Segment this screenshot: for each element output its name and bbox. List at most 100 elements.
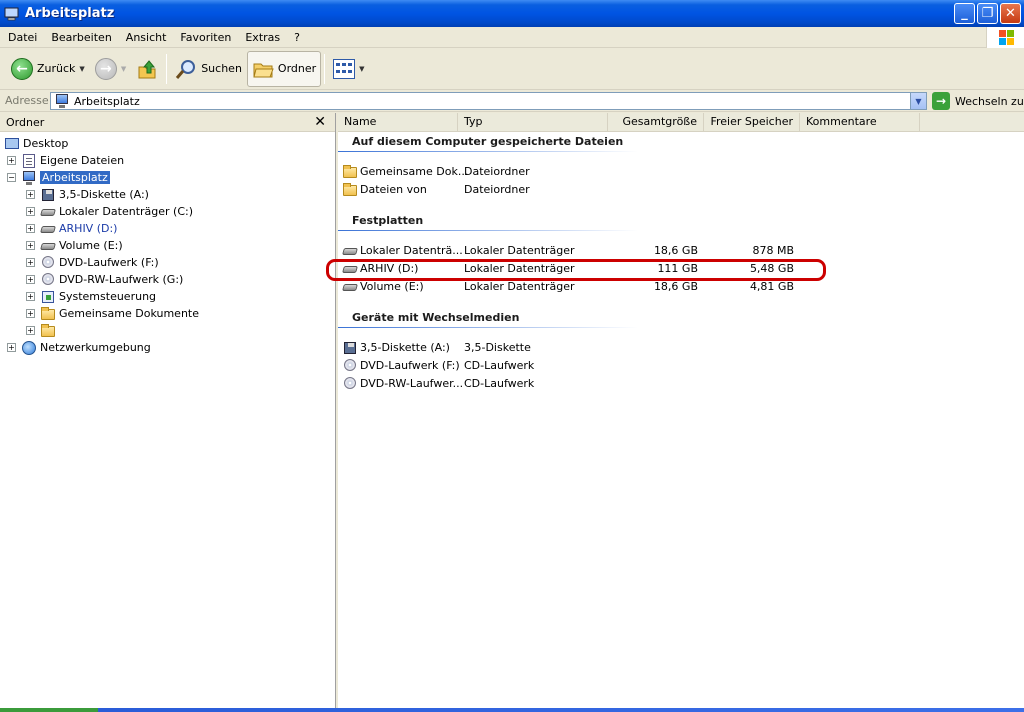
folder-icon: [252, 58, 274, 80]
item-total-size: 18,6 GB: [653, 244, 698, 257]
folder-icon: [40, 306, 56, 322]
close-icon[interactable]: ✕: [314, 114, 326, 130]
item-name: DVD-Laufwerk (F:): [360, 359, 460, 372]
item-free-space: 4,81 GB: [749, 280, 794, 293]
expand-icon[interactable]: +: [26, 326, 35, 335]
item-type: Lokaler Datenträger: [464, 262, 575, 275]
address-bar: Adresse Arbeitsplatz ▼ → Wechseln zu: [0, 90, 1024, 112]
menu-tools[interactable]: Extras: [238, 27, 287, 48]
column-free-space[interactable]: Freier Speicher: [704, 113, 800, 132]
tree-item-drive-c[interactable]: + Lokaler Datenträger (C:): [26, 203, 193, 220]
restore-icon: ❐: [981, 6, 994, 21]
floppy-icon: [40, 187, 56, 203]
views-icon: [333, 58, 356, 79]
documents-icon: [21, 153, 37, 169]
cd-icon: [342, 376, 358, 392]
tree-item-my-computer[interactable]: − Arbeitsplatz: [7, 169, 110, 186]
tree-item-label: Lokaler Datenträger (C:): [59, 205, 194, 218]
expand-icon[interactable]: +: [26, 309, 35, 318]
go-button[interactable]: → Wechseln zu: [932, 92, 1024, 110]
up-button[interactable]: [131, 51, 163, 87]
item-total-size: 18,6 GB: [653, 280, 698, 293]
item-name: Dateien von: [360, 183, 427, 196]
item-total-size: 111 GB: [657, 262, 698, 275]
chevron-down-icon[interactable]: ▼: [79, 65, 84, 73]
taskbar-strip: [0, 708, 1024, 712]
expand-icon[interactable]: +: [26, 292, 35, 301]
close-button[interactable]: ✕: [1000, 3, 1021, 24]
tree-item-desktop[interactable]: Desktop: [4, 135, 68, 152]
toolbar-separator: [166, 53, 168, 84]
expand-icon[interactable]: +: [26, 241, 35, 250]
search-button[interactable]: Suchen: [170, 51, 247, 87]
tree-item-control-panel[interactable]: + Systemsteuerung: [26, 288, 156, 305]
minimize-button[interactable]: _: [954, 3, 975, 24]
network-icon: [21, 340, 37, 356]
expand-icon[interactable]: +: [26, 275, 35, 284]
list-item[interactable]: DVD-RW-Laufwer... CD-Laufwerk: [342, 375, 802, 392]
computer-icon: [54, 93, 70, 109]
tree-item-label: DVD-Laufwerk (F:): [59, 256, 159, 269]
expand-icon[interactable]: +: [26, 224, 35, 233]
maximize-button[interactable]: ❐: [977, 3, 998, 24]
expand-icon[interactable]: +: [7, 343, 16, 352]
toolbar-separator: [324, 53, 326, 84]
folders-pane-header: Ordner ✕: [0, 113, 335, 132]
minimize-icon: _: [961, 6, 968, 21]
drive-icon: [342, 243, 358, 259]
list-item[interactable]: ARHIV (D:) Lokaler Datenträger 111 GB 5,…: [342, 260, 802, 277]
expand-icon[interactable]: +: [26, 207, 35, 216]
chevron-down-icon[interactable]: ▼: [121, 65, 126, 73]
go-arrow-icon: →: [932, 92, 950, 110]
computer-icon: [4, 6, 20, 22]
column-name[interactable]: Name: [338, 113, 458, 132]
column-total-size[interactable]: Gesamtgröße: [608, 113, 704, 132]
drive-icon: [40, 238, 56, 254]
menu-bar: Datei Bearbeiten Ansicht Favoriten Extra…: [0, 27, 1024, 48]
folder-icon: [342, 164, 358, 180]
menu-favorites[interactable]: Favoriten: [173, 27, 238, 48]
tree-item-floppy[interactable]: + 3,5-Diskette (A:): [26, 186, 149, 203]
forward-button[interactable]: → ▼: [90, 51, 131, 87]
tree-item-drive-d[interactable]: + ARHIV (D:): [26, 220, 117, 237]
item-name: DVD-RW-Laufwer...: [360, 377, 464, 390]
list-item[interactable]: Dateien von Dateiordner: [342, 181, 802, 198]
list-item[interactable]: 3,5-Diskette (A:) 3,5-Diskette: [342, 339, 802, 356]
column-headers: Name Typ Gesamtgröße Freier Speicher Kom…: [338, 113, 1024, 132]
tree-item-my-documents[interactable]: + Eigene Dateien: [7, 152, 124, 169]
back-button[interactable]: ← Zurück ▼: [6, 51, 90, 87]
tree-item-shared-documents[interactable]: + Gemeinsame Dokumente: [26, 305, 199, 322]
address-input[interactable]: Arbeitsplatz ▼: [50, 92, 927, 110]
expand-icon[interactable]: +: [7, 156, 16, 165]
tree-item-dvd-rw-g[interactable]: + DVD-RW-Laufwerk (G:): [26, 271, 183, 288]
menu-view[interactable]: Ansicht: [119, 27, 174, 48]
list-item[interactable]: DVD-Laufwerk (F:) CD-Laufwerk: [342, 357, 802, 374]
cd-icon: [40, 255, 56, 271]
item-type: CD-Laufwerk: [464, 377, 535, 390]
drive-icon: [40, 221, 56, 237]
collapse-icon[interactable]: −: [7, 173, 16, 182]
list-item[interactable]: Volume (E:) Lokaler Datenträger 18,6 GB …: [342, 278, 802, 295]
back-arrow-icon: ←: [11, 57, 33, 80]
title-bar[interactable]: Arbeitsplatz _ ❐ ✕: [0, 0, 1024, 27]
expand-icon[interactable]: +: [26, 190, 35, 199]
list-item[interactable]: Gemeinsame Dok... Dateiordner: [342, 163, 802, 180]
menu-help[interactable]: ?: [287, 27, 307, 48]
expand-icon[interactable]: +: [26, 258, 35, 267]
list-item[interactable]: Lokaler Datenträ... Lokaler Datenträger …: [342, 242, 802, 259]
chevron-down-icon[interactable]: ▼: [359, 65, 364, 73]
folders-button[interactable]: Ordner: [246, 50, 322, 87]
tree-item-dvd-f[interactable]: + DVD-Laufwerk (F:): [26, 254, 159, 271]
menu-file[interactable]: Datei: [0, 27, 44, 48]
window-title: Arbeitsplatz: [25, 6, 115, 21]
tree-item-network[interactable]: + Netzwerkumgebung: [7, 339, 151, 356]
menu-edit[interactable]: Bearbeiten: [44, 27, 118, 48]
views-button[interactable]: ▼: [328, 51, 369, 87]
column-comments[interactable]: Kommentare: [800, 113, 920, 132]
column-type[interactable]: Typ: [458, 113, 608, 132]
tree-item-drive-e[interactable]: + Volume (E:): [26, 237, 123, 254]
chevron-down-icon[interactable]: ▼: [910, 93, 926, 109]
tree-item-unnamed-folder[interactable]: +: [26, 322, 59, 339]
address-value: Arbeitsplatz: [74, 94, 140, 108]
item-free-space: 878 MB: [752, 244, 794, 257]
